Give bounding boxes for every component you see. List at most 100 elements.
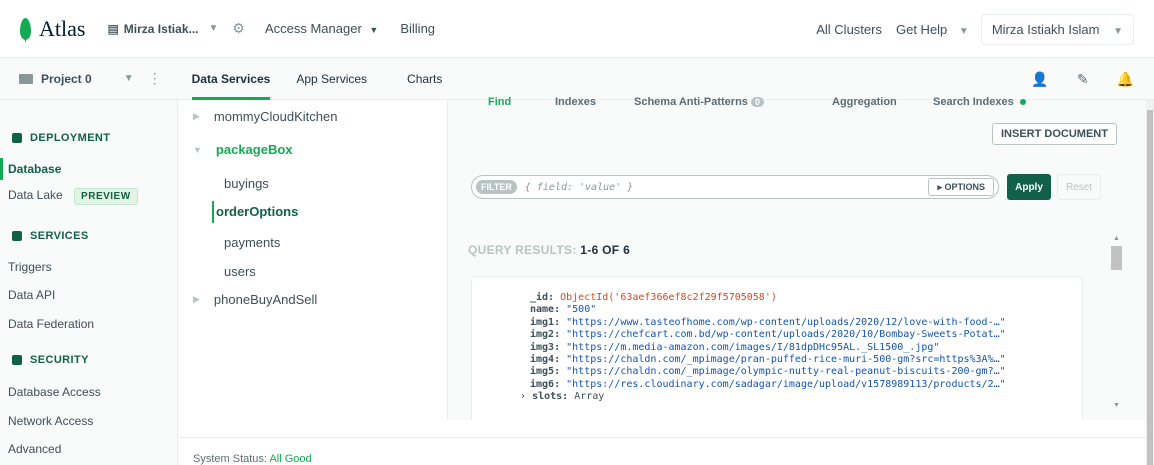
collection-main-panel: Find Indexes Schema Anti-Patterns 0 Aggr… [447,96,1146,420]
field-value: "https://chefcart.com.bd/wp-content/uplo… [566,329,1006,341]
sidebar-item-triggers[interactable]: Triggers [8,260,52,274]
services-title: SERVICES [30,230,89,242]
get-help-label: Get Help [895,21,948,37]
tab-charts[interactable]: Charts [407,58,442,100]
security-section: SECURITY [12,354,89,366]
organization-icon: ▤ [107,21,119,36]
active-collection-indicator [212,201,214,223]
preview-badge: PREVIEW [74,188,138,205]
search-indexes-label: Search Indexes [933,96,1014,108]
billing-link[interactable]: Billing [400,21,435,36]
filter-tag: FILTER [476,180,517,194]
field-key: img4: [530,354,561,366]
apply-button[interactable]: Apply [1007,174,1051,200]
sidebar-item-data-api[interactable]: Data API [8,288,55,302]
org-selector[interactable]: ▤ Mirza Istiak... ▼ [107,22,218,36]
lock-icon [12,355,22,365]
collection-tabs: Find Indexes Schema Anti-Patterns 0 Aggr… [448,96,1146,118]
bell-icon[interactable]: 🔔 [1117,71,1134,88]
sidebar-item-advanced[interactable]: Advanced [8,442,61,456]
sidebar-item-data-federation[interactable]: Data Federation [8,317,94,331]
document-card[interactable]: _id: ObjectId('63aef366ef8c2f29f5705058'… [471,276,1083,420]
get-help-menu[interactable]: Get Help ▼ [896,22,969,37]
field-value: "https://res.cloudinary.com/sadagar/imag… [566,378,1006,390]
project-selector[interactable]: Project 0 ▼ [19,72,134,86]
folder-icon [19,73,33,84]
tree-db-mommycloudkitchen[interactable]: ▶ mommyCloudKitchen [193,109,337,124]
chevron-down-icon: ▼ [193,144,202,155]
project-name: Project 0 [41,71,92,86]
db-name: mommyCloudKitchen [213,109,338,124]
sidebar-item-data-lake[interactable]: Data Lake PREVIEW [8,188,138,205]
status-dot-icon [1019,99,1026,105]
tab-find[interactable]: Find [488,96,511,108]
project-icons: 👤 ✎ 🔔 [1031,58,1134,100]
tab-schema-anti-patterns[interactable]: Schema Anti-Patterns 0 [634,96,764,108]
deployment-section: DEPLOYMENT [12,132,110,144]
document-fields: _id: ObjectId('63aef366ef8c2f29f5705058'… [520,292,1006,404]
chevron-down-icon: ▼ [1113,25,1123,37]
data-lake-label: Data Lake [8,188,63,202]
tree-coll-users[interactable]: users [224,264,256,279]
tab-app-services[interactable]: App Services [296,58,367,100]
results-scroll-thumb[interactable] [1111,246,1122,270]
sidebar-item-database-access[interactable]: Database Access [8,385,101,399]
chevron-down-icon: ▼ [208,23,219,34]
db-name: packageBox [215,142,293,157]
field-value: Array [574,391,605,403]
query-results-header: QUERY RESULTS: 1-6 OF 6 [468,243,630,257]
options-button[interactable]: ▸ OPTIONS [928,178,994,196]
field-key: img2: [530,329,561,341]
status-label: System Status: [193,453,267,465]
chevron-down-icon: ▼ [123,73,134,84]
field-value: "500" [566,304,597,316]
kebab-menu-icon[interactable]: ⋮ [148,70,162,87]
field-value: "https://m.media-amazon.com/images/I/81d… [566,341,940,353]
access-manager-menu[interactable]: Access Manager ▼ [265,21,378,36]
user-menu[interactable]: Mirza Istiakh Islam ▼ [980,13,1134,45]
insert-document-button[interactable]: INSERT DOCUMENT [992,123,1117,145]
field-value: "https://www.tasteofhome.com/wp-content/… [566,316,1006,328]
tree-db-packagebox[interactable]: ▼ packageBox [193,142,293,157]
tab-aggregation[interactable]: Aggregation [832,96,897,108]
chevron-down-icon: ▼ [958,25,969,37]
mongodb-leaf-icon [20,17,31,42]
tree-coll-payments[interactable]: payments [224,235,280,250]
sidebar-item-network-access[interactable]: Network Access [8,414,93,428]
tree-coll-orderoptions[interactable]: orderOptions [216,204,298,219]
expand-arrow-icon[interactable]: › [520,391,526,402]
services-icon [12,231,22,241]
field-value: "https://chaldn.com/_mpimage/olympic-nut… [566,366,1006,378]
tab-indexes[interactable]: Indexes [555,96,596,108]
tab-search-indexes[interactable]: Search Indexes [933,96,1026,108]
field-key: _id: [530,292,555,303]
filter-bar[interactable]: FILTER { field: 'value' } ▸ OPTIONS [471,175,999,199]
chevron-right-icon: ▶ [193,111,200,121]
tree-coll-buyings[interactable]: buyings [224,176,269,191]
user-name: Mirza Istiakh Islam [991,21,1100,37]
caret-down-icon: ▼ [369,25,379,35]
status-value-link[interactable]: All Good [269,453,311,465]
all-clusters-link[interactable]: All Clusters [816,22,882,37]
sidebar-item-database[interactable]: Database [8,162,61,176]
reset-button[interactable]: Reset [1057,174,1101,200]
query-results-count: 1-6 OF 6 [580,243,631,257]
filter-input[interactable]: { field: 'value' } [525,182,633,193]
tree-db-phonebuyandsell[interactable]: ▶ phoneBuyAndSell [193,292,317,307]
tab-data-services[interactable]: Data Services [191,58,270,100]
page-scroll-thumb[interactable] [1147,110,1153,465]
field-key: img3: [530,341,561,353]
scroll-down-icon[interactable]: ▼ [1113,402,1120,409]
top-navigation-bar: Atlas ▤ Mirza Istiak... ▼ ⚙ Access Manag… [0,0,1154,58]
org-name: Mirza Istiak... [123,21,199,36]
schema-count-badge: 0 [750,97,764,107]
scroll-up-icon[interactable]: ▲ [1113,235,1120,242]
field-key: img1: [530,316,561,328]
services-section: SERVICES [12,230,89,242]
invite-user-icon[interactable]: 👤 [1031,71,1048,88]
database-stack-icon [12,133,22,143]
activity-feed-icon[interactable]: ✎ [1077,71,1089,88]
db-name: phoneBuyAndSell [213,292,318,307]
atlas-logo[interactable]: Atlas [20,16,85,42]
gear-icon[interactable]: ⚙ [232,20,245,37]
